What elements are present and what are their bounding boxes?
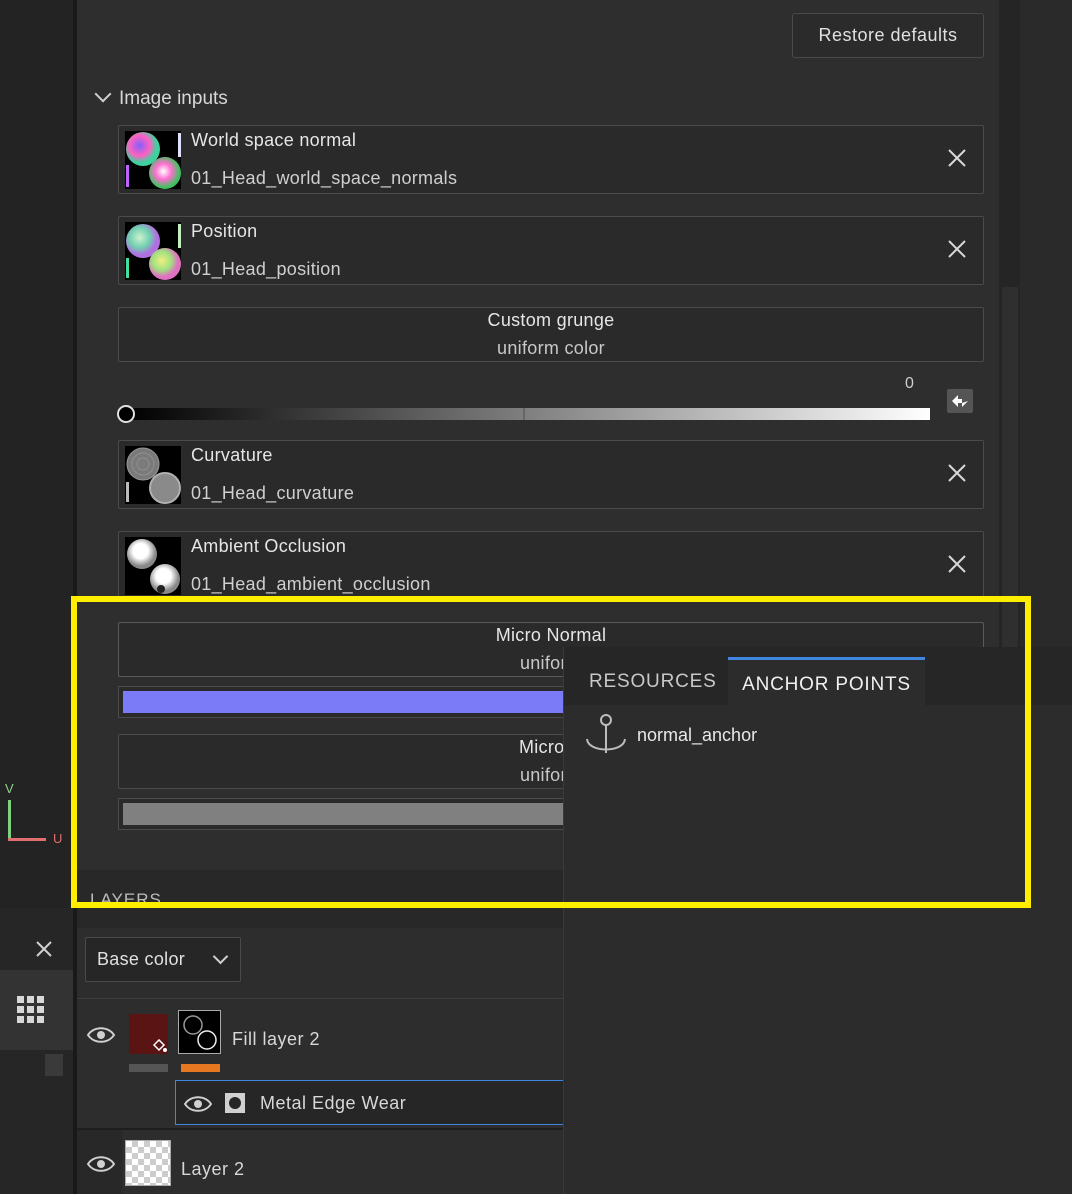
tab-resources[interactable]: RESOURCES: [589, 657, 717, 705]
position-map-thumbnail: [125, 222, 181, 280]
slot-title: Micro Normal: [495, 625, 607, 645]
micro-normal-color-field[interactable]: [118, 686, 568, 718]
layer-name: Fill layer 2: [232, 1029, 321, 1049]
slot-title: Custom grunge: [487, 310, 615, 330]
effect-row-metal-edge-wear[interactable]: Metal Edge Wear: [175, 1080, 563, 1125]
layer-tag-gray: [129, 1064, 168, 1072]
slider-midpoint: [523, 408, 525, 420]
input-slot-curvature[interactable]: Curvature 01_Head_curvature: [118, 440, 984, 509]
paint-bucket-icon: [152, 1039, 167, 1052]
input-file: 01_Head_ambient_occlusion: [191, 574, 431, 594]
resources-popup: RESOURCES ANCHOR POINTS normal_anchor: [563, 647, 1072, 1194]
axis-u-label: U: [53, 831, 63, 846]
slot-value: uniform color: [497, 338, 605, 358]
layer-name: Layer 2: [181, 1159, 245, 1179]
anchor-name: normal_anchor: [637, 725, 758, 745]
section-title: Image inputs: [119, 88, 228, 109]
chevron-down-icon: [212, 948, 229, 965]
layers-panel-header: LAYERS: [77, 870, 563, 928]
slider-handle[interactable]: [117, 405, 135, 423]
random-seed-icon[interactable]: [946, 388, 974, 414]
input-name: Ambient Occlusion: [191, 536, 347, 556]
normal-map-thumbnail: [125, 131, 181, 189]
mask-thumbnail[interactable]: [178, 1010, 221, 1054]
grayscale-slider[interactable]: [126, 408, 930, 420]
generator-icon: [225, 1093, 245, 1113]
input-slot-world-space-normal[interactable]: World space normal 01_Head_world_space_n…: [118, 125, 984, 194]
anchor-icon: [586, 714, 626, 753]
custom-grunge-slot[interactable]: Custom grunge uniform color: [118, 307, 984, 362]
close-icon[interactable]: [945, 146, 969, 170]
slider-value: 0: [905, 375, 914, 392]
eye-icon[interactable]: [86, 1153, 116, 1175]
input-file: 01_Head_position: [191, 259, 341, 279]
fill-color-swatch: [129, 1014, 168, 1054]
input-slot-ambient-occlusion[interactable]: Ambient Occlusion 01_Head_ambient_occlus…: [118, 531, 984, 600]
input-file: 01_Head_world_space_normals: [191, 168, 458, 188]
axis-v-line: [8, 800, 11, 840]
divider: [77, 998, 563, 999]
input-name: Position: [191, 221, 258, 241]
close-icon[interactable]: [945, 461, 969, 485]
curvature-map-thumbnail: [125, 446, 181, 504]
micro-height-color-field[interactable]: [118, 798, 568, 830]
micro-normal-color-swatch: [123, 691, 563, 713]
layer-row-fill-layer-2[interactable]: Fill layer 2: [77, 1000, 563, 1078]
effect-name: Metal Edge Wear: [260, 1093, 407, 1113]
layer-tag-orange: [181, 1064, 220, 1072]
eye-icon[interactable]: [183, 1093, 213, 1115]
close-icon[interactable]: [945, 552, 969, 576]
axis-u-line: [8, 838, 46, 841]
input-file: 01_Head_curvature: [191, 483, 355, 503]
layers-title: LAYERS: [90, 890, 162, 909]
eye-icon[interactable]: [86, 1024, 116, 1046]
restore-defaults-button[interactable]: Restore defaults: [792, 13, 984, 58]
transparent-layer-thumbnail[interactable]: [125, 1140, 171, 1186]
image-inputs-header[interactable]: Image inputs: [93, 85, 228, 110]
ao-map-thumbnail: [125, 537, 181, 595]
channel-value: Base color: [97, 949, 186, 969]
chevron-down-icon: [94, 85, 112, 103]
anchor-list-item[interactable]: normal_anchor: [572, 711, 1062, 757]
left-scrollbar[interactable]: [45, 1054, 63, 1076]
close-icon[interactable]: [945, 237, 969, 261]
input-slot-position[interactable]: Position 01_Head_position: [118, 216, 984, 285]
input-name: Curvature: [191, 445, 273, 465]
axis-v-label: V: [5, 781, 14, 796]
layer-row-layer-2[interactable]: Layer 2: [77, 1130, 563, 1194]
channel-dropdown[interactable]: Base color: [85, 937, 241, 982]
popup-tab-bar: RESOURCES ANCHOR POINTS: [564, 647, 1072, 705]
grid-icon: [16, 995, 46, 1025]
tab-anchor-points[interactable]: ANCHOR POINTS: [728, 657, 925, 705]
close-icon[interactable]: [31, 936, 57, 962]
right-gutter: [1020, 0, 1072, 660]
input-name: World space normal: [191, 130, 357, 150]
micro-height-color-swatch: [123, 803, 563, 825]
